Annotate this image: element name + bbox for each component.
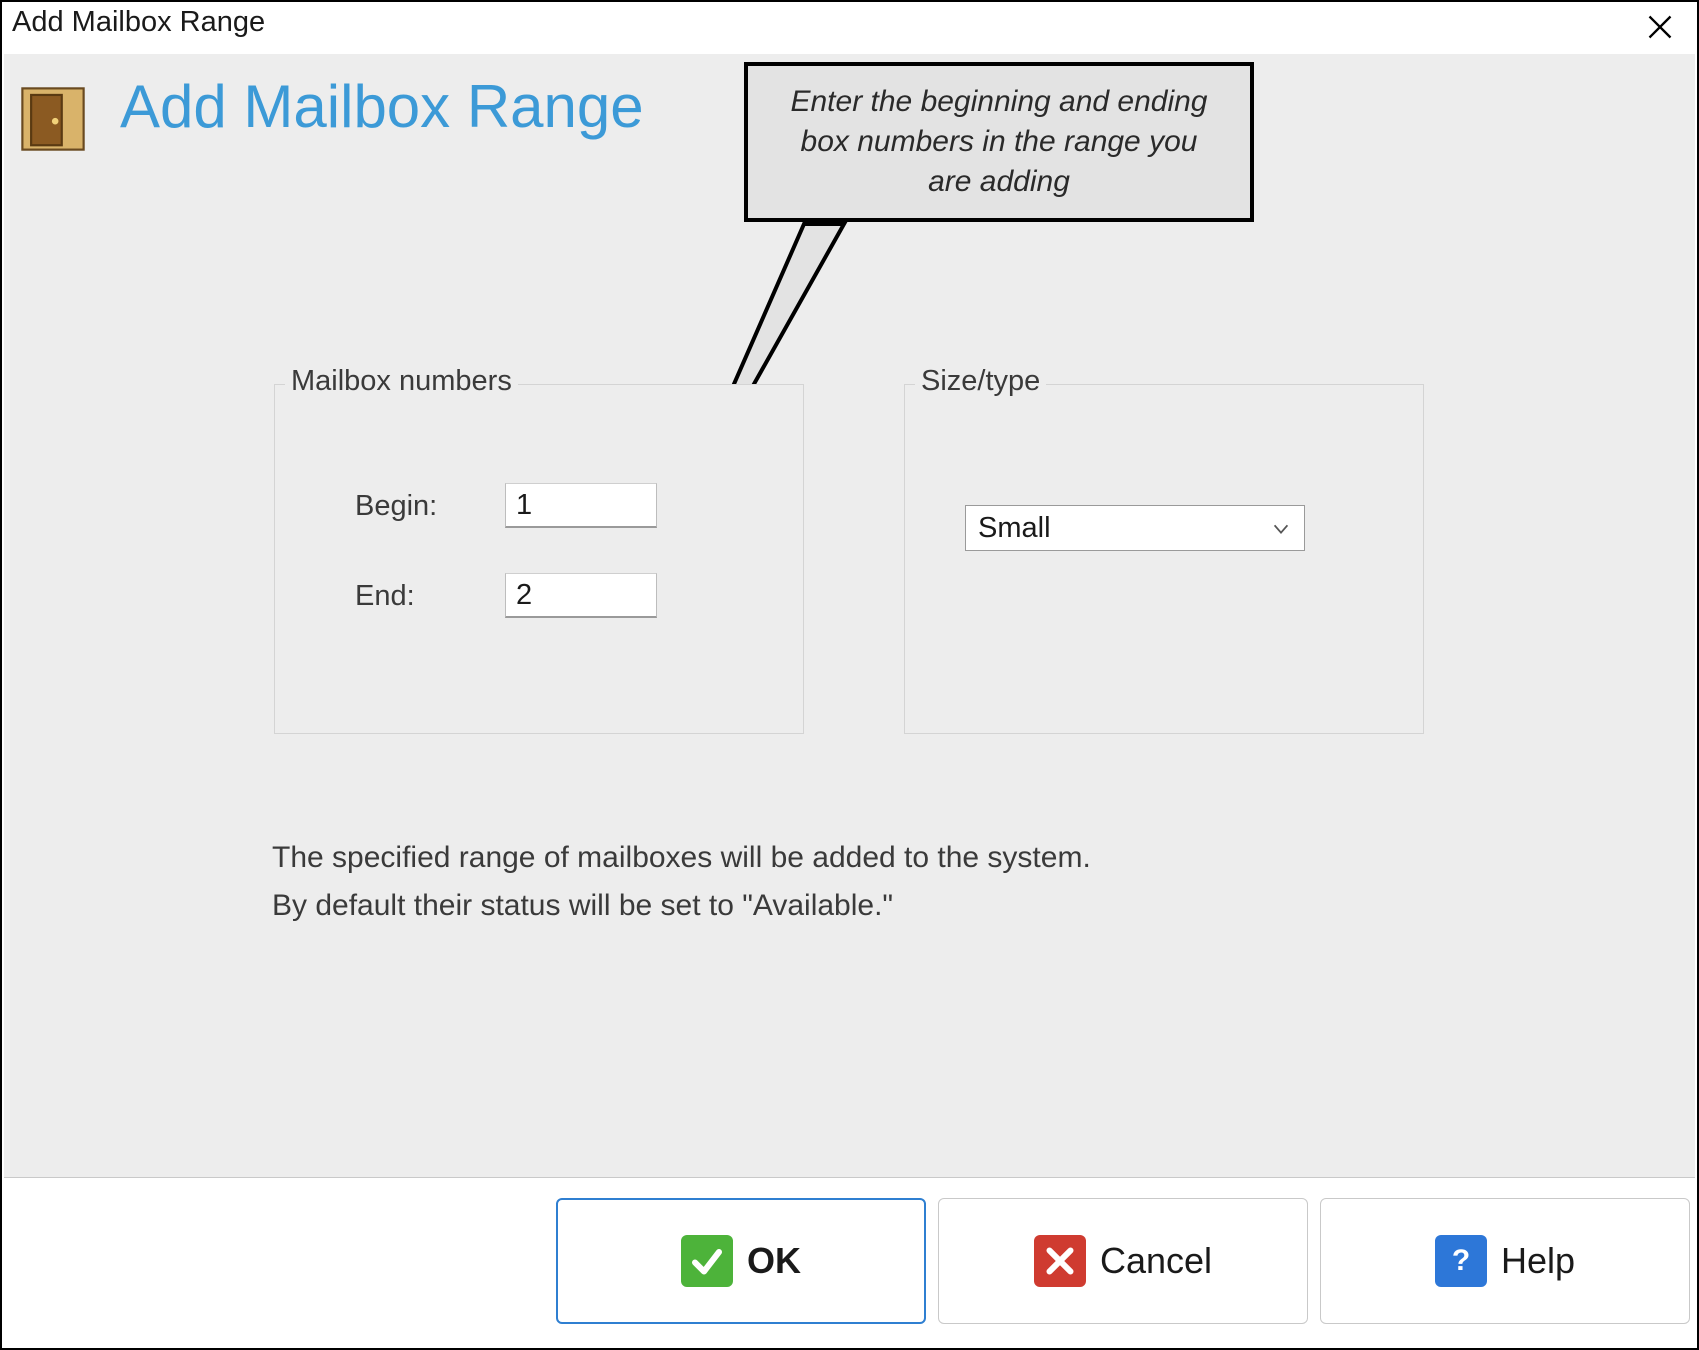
svg-text:?: ? xyxy=(1452,1244,1470,1277)
dialog-add-mailbox-range: Add Mailbox Range Add Mailbox Range Ente… xyxy=(0,0,1699,1350)
instruction-callout: Enter the beginning and ending box numbe… xyxy=(744,62,1254,222)
group-size-type: Size/type Small xyxy=(904,384,1424,734)
ok-button-label: OK xyxy=(747,1240,801,1282)
window-title: Add Mailbox Range xyxy=(12,6,265,39)
size-type-select[interactable]: Small xyxy=(965,505,1305,551)
group-mailbox-numbers-legend: Mailbox numbers xyxy=(285,365,518,398)
question-icon: ? xyxy=(1435,1235,1487,1287)
door-icon xyxy=(18,84,88,154)
client-area: Add Mailbox Range Enter the beginning an… xyxy=(4,54,1695,1178)
titlebar: Add Mailbox Range xyxy=(2,2,1697,52)
group-size-type-legend: Size/type xyxy=(915,365,1046,398)
end-label: End: xyxy=(355,580,415,613)
cancel-button-label: Cancel xyxy=(1100,1240,1212,1282)
size-type-select-value: Small xyxy=(978,512,1051,545)
help-button-label: Help xyxy=(1501,1240,1575,1282)
close-button[interactable] xyxy=(1641,8,1679,46)
page-title: Add Mailbox Range xyxy=(120,72,644,141)
help-button[interactable]: ? Help xyxy=(1320,1198,1690,1324)
instruction-callout-text: Enter the beginning and ending box numbe… xyxy=(776,82,1222,202)
cancel-button[interactable]: Cancel xyxy=(938,1198,1308,1324)
begin-input[interactable] xyxy=(505,483,657,528)
x-icon xyxy=(1034,1235,1086,1287)
group-mailbox-numbers: Mailbox numbers Begin: End: xyxy=(274,384,804,734)
description-text: The specified range of mailboxes will be… xyxy=(272,834,1091,930)
end-input[interactable] xyxy=(505,573,657,618)
check-icon xyxy=(681,1235,733,1287)
begin-label: Begin: xyxy=(355,490,437,523)
close-icon xyxy=(1646,13,1674,41)
button-row: OK Cancel ? Help xyxy=(4,1177,1695,1346)
ok-button[interactable]: OK xyxy=(556,1198,926,1324)
chevron-down-icon xyxy=(1270,518,1292,540)
